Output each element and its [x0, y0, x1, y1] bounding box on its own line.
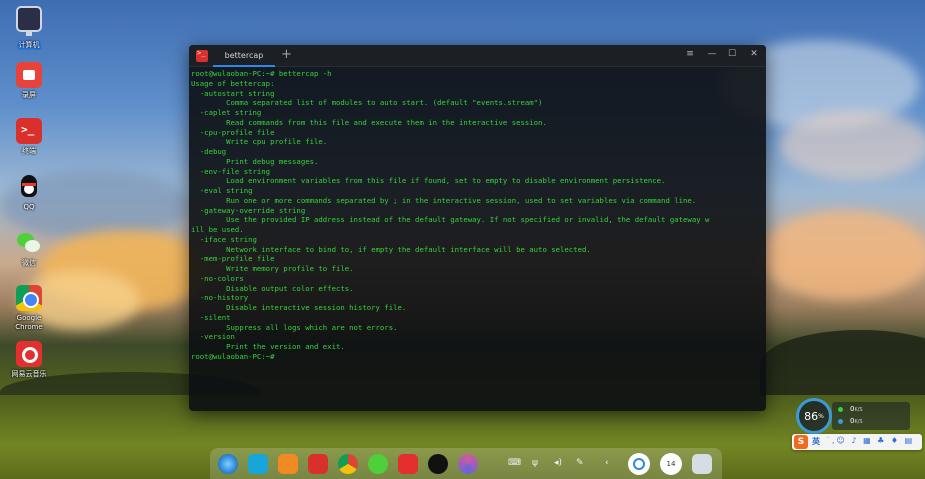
desktop-icon-label: 网易云音乐 [11, 370, 47, 378]
terminal-app-icon [196, 49, 208, 62]
desktop-icon-chrome[interactable]: Google Chrome [6, 285, 52, 332]
terminal-icon [16, 118, 42, 144]
computer-icon [16, 6, 42, 36]
new-tab-button[interactable]: + [281, 47, 292, 62]
trash-icon[interactable] [692, 454, 712, 474]
netease-music-icon [16, 341, 42, 367]
maximize-button[interactable]: ☐ [725, 49, 739, 59]
qq-penguin-icon [16, 174, 42, 200]
upload-icon [838, 407, 843, 412]
keyboard-icon[interactable]: ⌨ [508, 458, 521, 468]
terminal-window[interactable]: bettercap + ≡ — ☐ ✕ root@wulaoban-PC:~# … [189, 45, 766, 411]
terminal-line: Print the version and exit. [191, 342, 345, 351]
terminal-line: Run one or more commands separated by ; … [191, 195, 697, 205]
terminal-line: Comma separated list of modules to auto … [191, 98, 543, 108]
usb-icon[interactable]: ψ [532, 458, 538, 468]
terminal-line: -cpu-profile file [191, 127, 275, 137]
desktop-icon-terminal[interactable]: 终端 [6, 118, 52, 156]
terminal-line: -debug [191, 147, 227, 156]
screen-recorder-icon [16, 62, 42, 88]
desktop-icon-label: 录屏 [22, 91, 36, 99]
terminal-line: ill be used. [191, 225, 244, 234]
terminal-line: Use the provided IP address instead of t… [191, 215, 710, 225]
download-speed: 0K/S [850, 417, 863, 425]
speed-panel: 0K/S 0K/S [832, 402, 910, 430]
desktop-icon-label: 终端 [22, 147, 36, 155]
terminal-line: Usage of bettercap: [191, 78, 275, 88]
menu-icon[interactable]: ≡ [683, 49, 697, 59]
wechat-icon [16, 230, 42, 256]
terminal-line: Load environment variables from this fil… [191, 176, 666, 186]
usage-ring: 86% [796, 398, 832, 434]
settings-icon[interactable] [458, 454, 478, 474]
terminal-line: -caplet string [191, 108, 262, 117]
terminal-line: Write memory profile to file. [191, 264, 354, 273]
terminal-line: -mem-profile file [191, 254, 275, 264]
desktop-icon-screen-recorder[interactable]: 录屏 [6, 62, 52, 100]
clock-icon[interactable]: 14 [660, 453, 682, 475]
download-icon [838, 419, 843, 424]
wallpaper-cloud [760, 210, 925, 300]
chrome-icon[interactable] [338, 454, 358, 474]
ime-language-toggle[interactable]: 英 [812, 436, 820, 447]
terminal-line: root@wulaoban-PC:~# [191, 351, 275, 361]
chrome-icon [16, 285, 42, 311]
usage-percent: 86 [804, 409, 819, 423]
usage-percent-unit: % [818, 412, 824, 420]
terminal-line: Disable interactive session history file… [191, 303, 407, 312]
terminal-titlebar[interactable]: bettercap + ≡ — ☐ ✕ [189, 45, 766, 67]
volume-icon[interactable]: ◂) [554, 458, 562, 468]
wechat-icon[interactable] [368, 454, 388, 474]
close-button[interactable]: ✕ [747, 49, 761, 59]
desktop-icon-label: 微信 [22, 259, 36, 267]
terminal-output[interactable]: root@wulaoban-PC:~# bettercap -h Usage of… [191, 69, 762, 407]
netease-music-icon[interactable] [398, 454, 418, 474]
desktop-icon-label: 计算机 [16, 41, 42, 50]
terminal-line: -autostart string [191, 88, 275, 98]
terminal-line: -eval string [191, 186, 253, 195]
pen-icon[interactable]: ✎ [576, 458, 584, 468]
terminal-line: -no-history [191, 293, 249, 303]
terminal-line: -env-file string [191, 166, 271, 176]
terminal-line: -gateway-override string [191, 205, 306, 215]
terminal-line: -iface string [191, 234, 257, 244]
minimize-button[interactable]: — [705, 49, 719, 59]
terminal-line: -silent [191, 312, 231, 322]
file-manager-icon[interactable] [248, 454, 268, 474]
ime-toolbar[interactable]: S 英 ˙,☺ ♪ ▦ ♣ ♦ ▤ [792, 434, 922, 450]
terminal-line: Network interface to bind to, if empty t… [191, 244, 591, 254]
desktop-icon-computer[interactable]: 计算机 [6, 6, 52, 51]
qq-icon[interactable] [428, 454, 448, 474]
desktop-icon-label: Google Chrome [15, 314, 43, 331]
chevron-left-icon[interactable]: ‹ [605, 458, 609, 468]
terminal-line: Print debug messages. [191, 156, 319, 166]
terminal-line: Write cpu profile file. [191, 137, 328, 147]
dock: ⌨ ψ ◂) ✎ ‹ 14 [210, 448, 722, 479]
terminal-line: Disable output color effects. [191, 283, 354, 293]
desktop-icon-wechat[interactable]: 微信 [6, 230, 52, 268]
launcher-icon[interactable] [218, 454, 238, 474]
wallpaper-hill [760, 330, 925, 400]
terminal-line: -version [191, 332, 235, 342]
app-store-icon[interactable] [278, 454, 298, 474]
network-speed-widget[interactable]: 86% 0K/S 0K/S [796, 398, 911, 434]
terminal-line: Suppress all logs which are not errors. [191, 322, 398, 332]
desktop-icon-netease-music[interactable]: 网易云音乐 [6, 341, 52, 379]
terminal-icon[interactable] [308, 454, 328, 474]
tab-bettercap[interactable]: bettercap [213, 45, 275, 67]
power-icon[interactable] [628, 453, 650, 475]
terminal-line: -no-colors [191, 273, 244, 283]
desktop-icon-label: QQ [23, 203, 35, 211]
terminal-line: Read commands from this file and execute… [191, 117, 547, 127]
upload-speed: 0K/S [850, 405, 863, 413]
ime-tool-icons[interactable]: ˙,☺ ♪ ▦ ♣ ♦ ▤ [826, 436, 914, 445]
terminal-line: root@wulaoban-PC:~# bettercap -h [191, 69, 332, 78]
desktop-icon-qq[interactable]: QQ [6, 174, 52, 212]
wallpaper-cloud [780, 110, 925, 180]
sogou-logo-icon[interactable]: S [794, 435, 808, 449]
